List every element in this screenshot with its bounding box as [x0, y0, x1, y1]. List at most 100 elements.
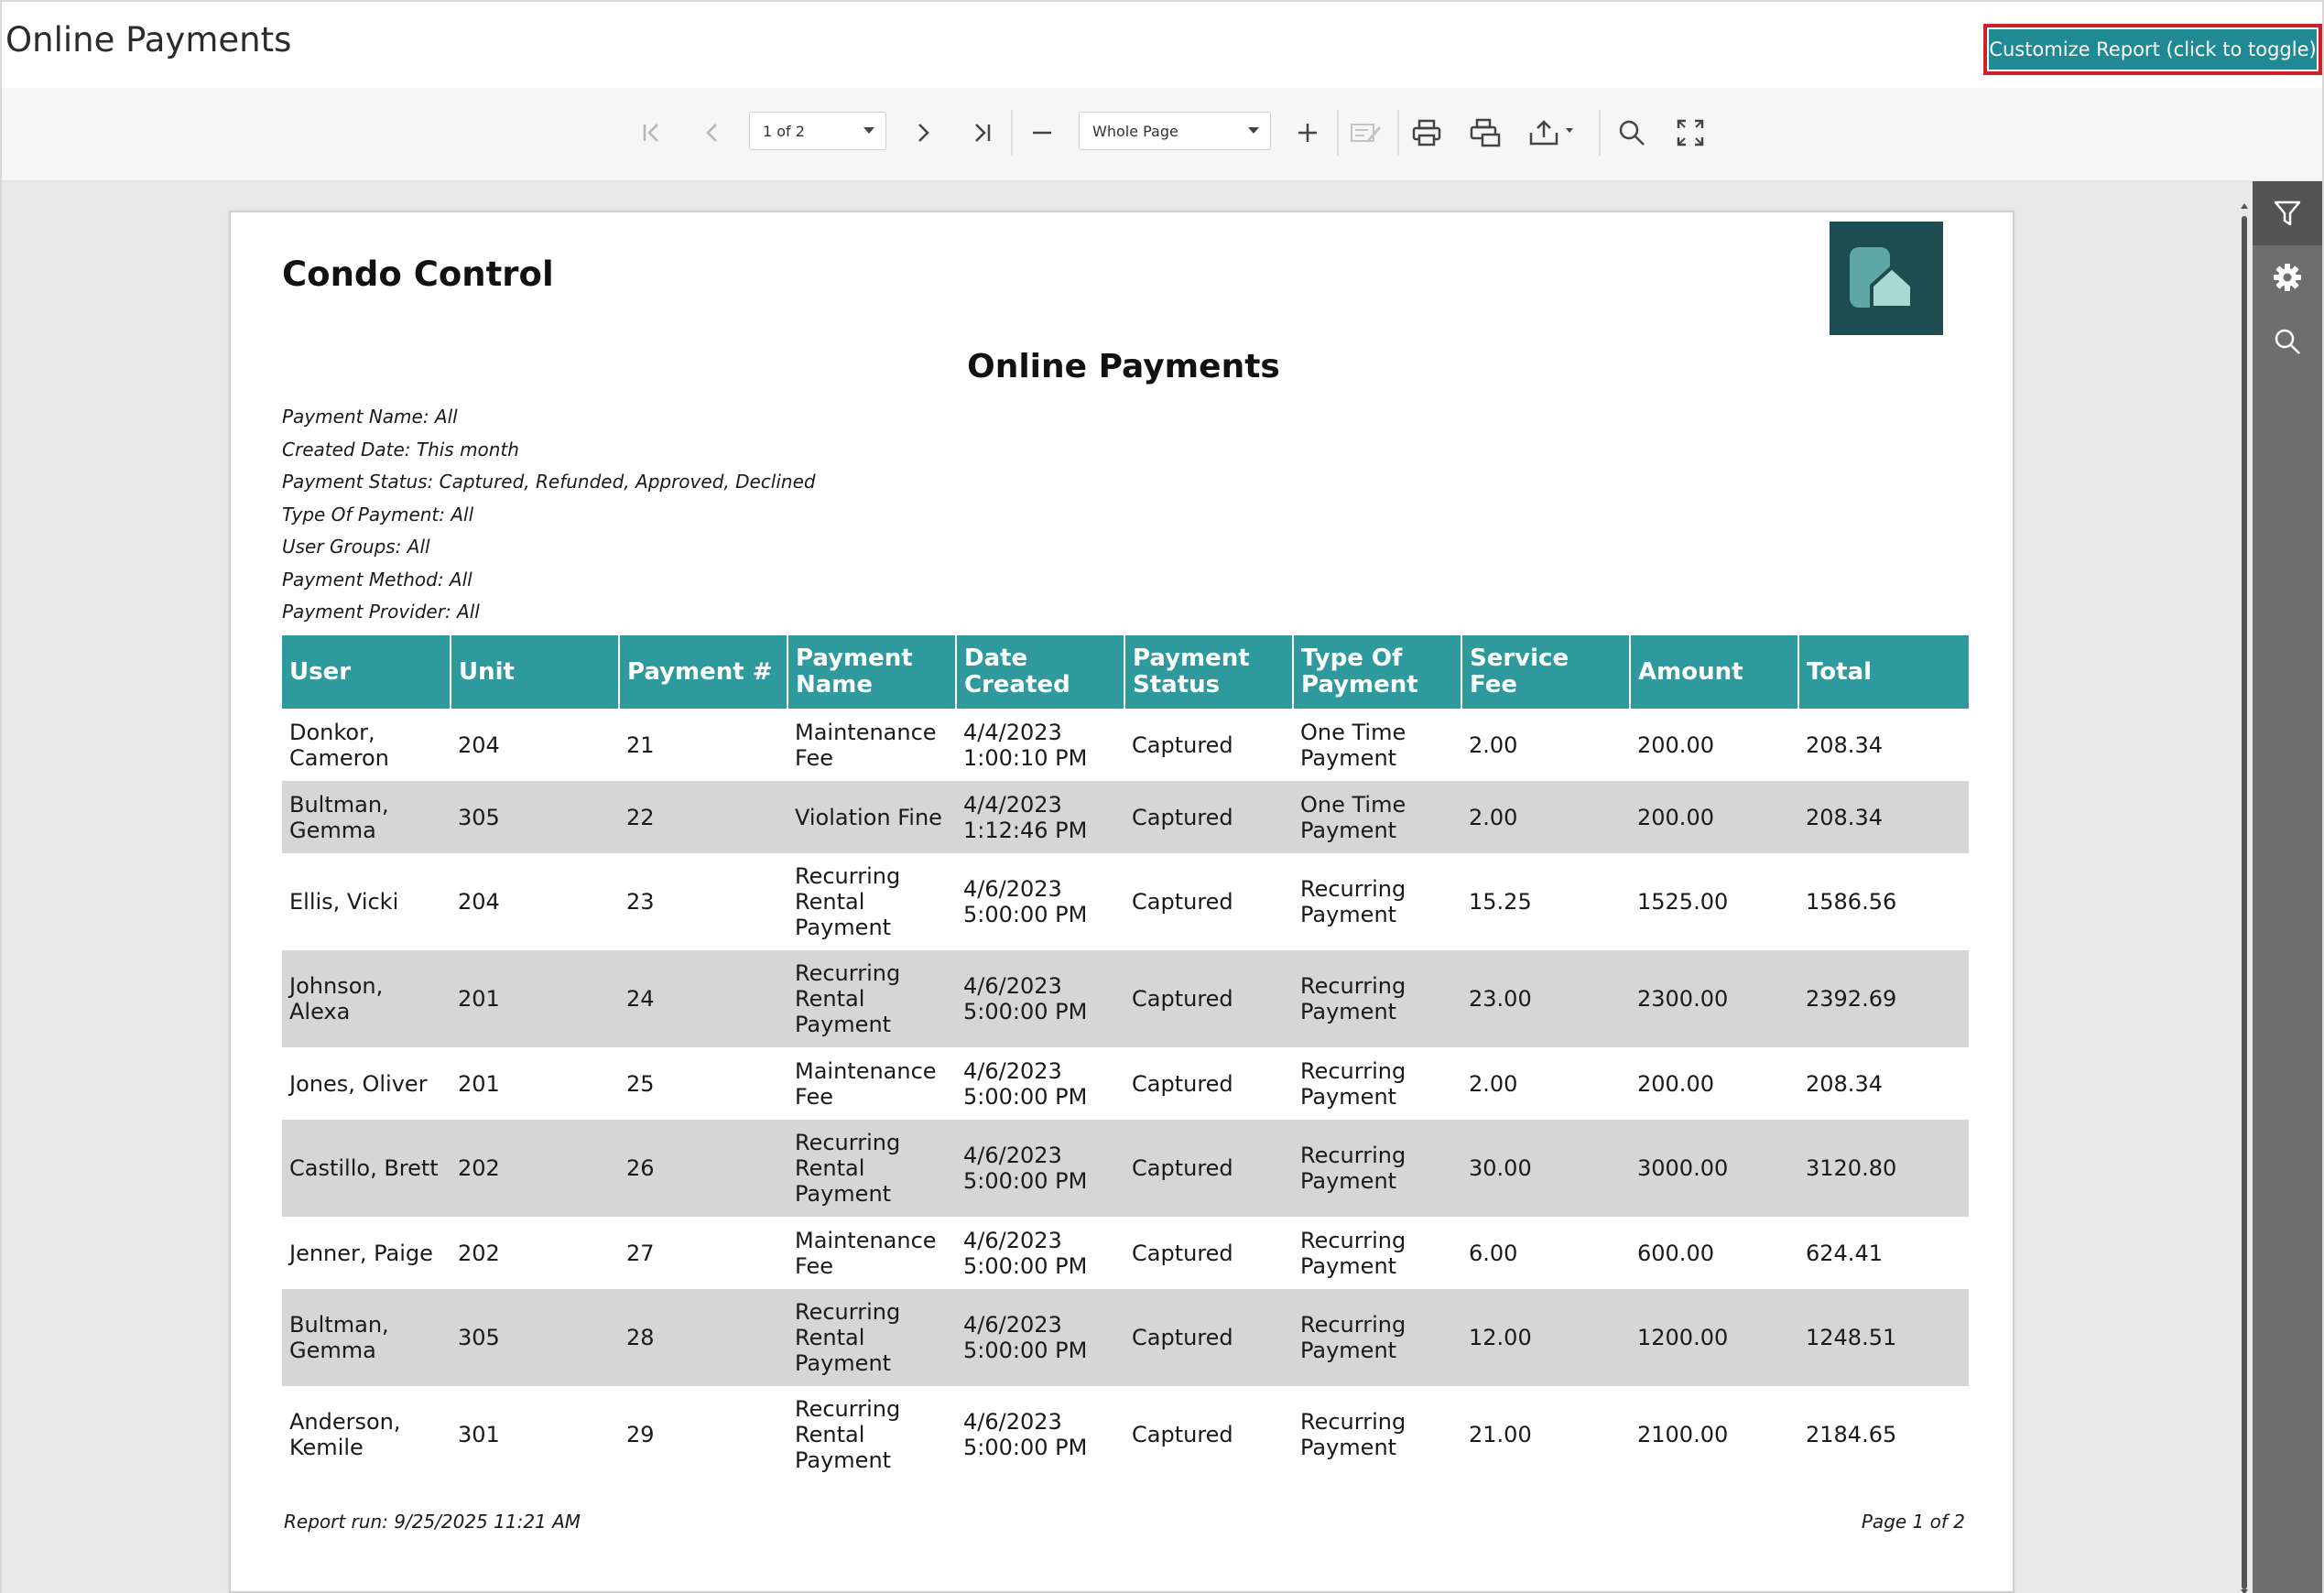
column-header-amount: Amount: [1630, 635, 1799, 709]
next-page-icon[interactable]: [905, 110, 941, 156]
column-header-date-created: Date Created: [956, 635, 1125, 709]
cell-total: 2184.65: [1806, 1422, 1897, 1447]
cell-amount: 200.00: [1630, 781, 1798, 853]
first-page-icon[interactable]: [634, 110, 670, 156]
cell-payment-name: Recurring Rental Payment: [795, 863, 901, 940]
cell-payment-name: Violation Fine: [787, 781, 956, 853]
vertical-scrollbar[interactable]: [2240, 203, 2249, 1593]
cell-payment-status: Captured: [1132, 731, 1233, 758]
cell-type-of-payment: Recurring Payment: [1300, 1057, 1406, 1110]
cell-payment-number: 26: [619, 1120, 787, 1217]
cell-amount: 200.00: [1637, 1070, 1714, 1097]
cell-total: 208.34: [1798, 781, 1969, 853]
customize-report-button[interactable]: Customize Report (click to toggle): [1983, 24, 2322, 75]
customize-report-label: Customize Report (click to toggle): [1989, 29, 2317, 70]
zoom-select[interactable]: Whole Page: [1079, 112, 1271, 150]
edit-fields-icon[interactable]: [1346, 110, 1386, 156]
search-icon[interactable]: [1612, 110, 1652, 156]
scrollbar-thumb[interactable]: [2242, 216, 2247, 1589]
gear-icon[interactable]: [2253, 245, 2322, 309]
cell-amount: 1525.00: [1637, 889, 1729, 915]
column-header-unit: Unit: [451, 635, 620, 709]
column-header-payment-status: Payment Status: [1124, 635, 1294, 709]
cell-amount: 600.00: [1637, 1240, 1714, 1266]
print-icon[interactable]: [1406, 110, 1447, 156]
filter-icon[interactable]: [2253, 181, 2322, 245]
print-page-icon[interactable]: [1465, 110, 1505, 156]
filter-line: Payment Status: Captured, Refunded, Appr…: [282, 471, 816, 493]
table-row: Ellis, Vicki 204 23 Recurring Rental Paymen…: [282, 853, 1969, 950]
cell-date-created: 4/6/2023 5:00:00 PM: [963, 876, 1088, 927]
scroll-down-icon[interactable]: [2241, 1589, 2248, 1593]
table-body: Donkor, Cameron 204 21 Maintenance Fee 4/4/2…: [282, 709, 1969, 1483]
column-header-user: User: [282, 635, 451, 709]
cell-date-created: 4/6/2023 5:00:00 PM: [956, 1289, 1124, 1386]
cell-unit: 305: [451, 781, 619, 853]
cell-user: Bultman, Gemma: [282, 781, 451, 853]
page-select[interactable]: 1 of 2: [749, 112, 886, 150]
table-row: Bultman, Gemma 305 22 Violation Fine 4/4/202…: [282, 781, 1969, 853]
cell-date-created: 4/6/2023 5:00:00 PM: [956, 1120, 1124, 1217]
cell-payment-status: Captured: [1124, 1289, 1293, 1386]
cell-date-created: 4/6/2023 5:00:00 PM: [956, 950, 1124, 1047]
search-icon[interactable]: [2253, 309, 2322, 374]
toolbar-divider: [1011, 110, 1013, 156]
cell-total: 1586.56: [1806, 889, 1897, 915]
cell-amount: 1200.00: [1630, 1289, 1798, 1386]
cell-payment-number: 28: [619, 1289, 787, 1386]
scroll-up-icon[interactable]: [2241, 203, 2248, 209]
cell-total: 208.34: [1806, 731, 1883, 758]
fullscreen-icon[interactable]: [1670, 110, 1710, 156]
chevron-down-icon: [1248, 127, 1259, 134]
cell-user: Jones, Oliver: [289, 1070, 428, 1097]
cell-payment-number: 29: [626, 1422, 655, 1447]
zoom-select-value: Whole Page: [1092, 122, 1178, 140]
cell-payment-status: Captured: [1132, 1070, 1233, 1097]
column-header-payment-name: Payment Name: [787, 635, 957, 709]
filter-line: Payment Name: All: [282, 406, 458, 428]
cell-date-created: 4/4/2023 1:12:46 PM: [956, 781, 1124, 853]
table-row: Castillo, Brett 202 26 Recurring Rental Pay…: [282, 1120, 1969, 1217]
cell-amount: 3000.00: [1630, 1120, 1798, 1217]
column-header-payment-number: Payment #: [619, 635, 788, 709]
filter-line: User Groups: All: [282, 536, 430, 558]
cell-date-created: 4/6/2023 5:00:00 PM: [963, 1409, 1088, 1460]
last-page-icon[interactable]: [963, 110, 1000, 156]
filter-line: Payment Method: All: [282, 568, 472, 591]
cell-type-of-payment: Recurring Payment: [1293, 950, 1461, 1047]
zoom-in-icon[interactable]: [1289, 110, 1326, 156]
cell-service-fee: 21.00: [1469, 1422, 1532, 1447]
cell-amount: 2100.00: [1637, 1422, 1729, 1447]
prev-page-icon[interactable]: [694, 110, 731, 156]
cell-service-fee: 2.00: [1469, 1070, 1518, 1097]
cell-unit: 202: [451, 1120, 619, 1217]
table-row: Jones, Oliver 201 25 Maintenance Fee 4/6/202…: [282, 1047, 1969, 1120]
side-panel: [2253, 181, 2322, 1593]
cell-type-of-payment: Recurring Payment: [1293, 1120, 1461, 1217]
cell-user: Bultman, Gemma: [282, 1289, 451, 1386]
cell-service-fee: 6.00: [1469, 1240, 1518, 1266]
cell-payment-status: Captured: [1132, 1240, 1233, 1266]
table-row: Anderson, Kemile 301 29 Recurring Rental Pa…: [282, 1386, 1969, 1483]
filter-line: Payment Provider: All: [282, 601, 480, 623]
cell-total: 3120.80: [1798, 1120, 1969, 1217]
cell-total: 208.34: [1806, 1070, 1883, 1097]
table-row: Bultman, Gemma 305 28 Recurring Rental Paym…: [282, 1289, 1969, 1386]
toolbar-divider: [1337, 110, 1339, 156]
cell-payment-name: Maintenance Fee: [795, 1057, 937, 1110]
table-header-row: User Unit Payment # Payment Name Date Cr…: [282, 635, 1969, 709]
cell-user: Donkor, Cameron: [289, 719, 389, 771]
cell-payment-status: Captured: [1132, 889, 1233, 915]
cell-user: Castillo, Brett: [282, 1120, 451, 1217]
zoom-out-icon[interactable]: [1024, 110, 1060, 156]
cell-user: Anderson, Kemile: [289, 1409, 401, 1460]
cell-payment-name: Maintenance Fee: [795, 719, 937, 771]
cell-payment-name: Recurring Rental Payment: [787, 1120, 956, 1217]
header: Online Payments Customize Report (click …: [2, 2, 2322, 88]
cell-service-fee: 2.00: [1469, 731, 1518, 758]
cell-type-of-payment: Recurring Payment: [1300, 1227, 1406, 1279]
cell-unit: 204: [458, 731, 500, 758]
export-icon[interactable]: [1526, 110, 1580, 156]
payments-table: User Unit Payment # Payment Name Date Cr…: [282, 635, 1969, 1483]
cell-payment-status: Captured: [1132, 1422, 1233, 1447]
